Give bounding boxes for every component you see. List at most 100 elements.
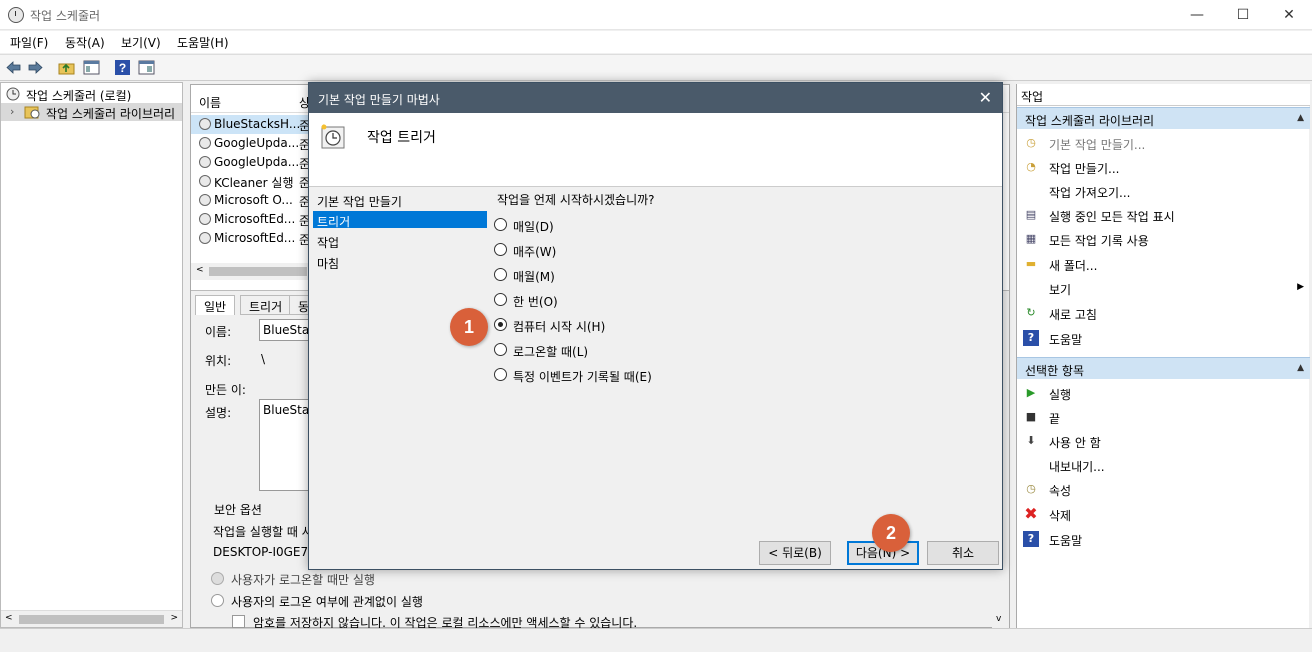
action-create-basic-task[interactable]: ◷ 기본 작업 만들기...	[1017, 131, 1310, 155]
action-label: 도움말	[1049, 333, 1083, 347]
action-label: 모든 작업 기록 사용	[1049, 234, 1149, 248]
table-row[interactable]: GoogleUpda... 준	[191, 153, 311, 172]
checkbox-no-password[interactable]	[232, 615, 245, 628]
table-row[interactable]: MicrosoftEd... 준	[191, 210, 311, 229]
tree-horizontal-scrollbar[interactable]: < >	[1, 610, 182, 627]
menu-help[interactable]: 도움말(H)	[177, 34, 229, 51]
radio-computer-start[interactable]	[494, 318, 507, 331]
menu-file[interactable]: 파일(F)	[10, 34, 48, 51]
create-basic-task-wizard: 기본 작업 만들기 마법사 ✕ 작업 트리거 기본 작업 만들기 트리거 작업 …	[308, 82, 1003, 570]
radio-logon[interactable]	[494, 343, 507, 356]
action-run[interactable]: ▶ 실행	[1017, 381, 1310, 405]
dialog-title-bar: 기본 작업 만들기 마법사 ✕	[309, 83, 1002, 113]
svg-text:?: ?	[119, 61, 126, 75]
action-refresh[interactable]: ↻ 새로 고침	[1017, 301, 1310, 325]
table-row[interactable]: Microsoft O... 준	[191, 191, 311, 210]
radio-regardless[interactable]	[211, 594, 224, 607]
menu-action[interactable]: 동작(A)	[65, 34, 105, 51]
action-help[interactable]: ? 도움말	[1017, 326, 1310, 350]
action-label: 작업 만들기...	[1049, 162, 1120, 176]
table-row[interactable]: KCleaner 실행 준	[191, 172, 311, 191]
scroll-left-icon[interactable]: <	[5, 613, 13, 623]
table-row[interactable]: BlueStacksH... 준	[191, 115, 311, 134]
disable-icon: ⬇	[1026, 434, 1036, 447]
action-label: 내보내기...	[1049, 460, 1105, 474]
up-folder-icon[interactable]	[58, 59, 75, 76]
task-name: GoogleUpda...	[214, 136, 300, 150]
task-name: Microsoft O...	[214, 193, 293, 207]
status-bar	[0, 628, 1312, 652]
radio-one-time[interactable]	[494, 293, 507, 306]
task-clock-icon	[199, 232, 211, 244]
tab-general[interactable]: 일반	[195, 295, 236, 315]
forward-arrow-icon[interactable]	[27, 59, 44, 76]
task-name: GoogleUpda...	[214, 155, 300, 169]
step-create-basic-task[interactable]: 기본 작업 만들기	[313, 191, 487, 209]
scroll-down-icon[interactable]: v	[996, 614, 1001, 624]
action-label: 작업 가져오기...	[1049, 186, 1131, 200]
scroll-left-icon[interactable]: <	[196, 265, 204, 275]
radio-monthly[interactable]	[494, 268, 507, 281]
table-row[interactable]: GoogleUpda... 준	[191, 134, 311, 153]
back-button[interactable]: < 뒤로(B)	[759, 541, 831, 565]
back-arrow-icon[interactable]	[5, 59, 22, 76]
callout-step-2: 2	[872, 514, 910, 552]
option-label: 매월(M)	[513, 270, 555, 284]
help-icon: ?	[1023, 330, 1039, 346]
close-button[interactable]: ✕	[1266, 0, 1312, 30]
section-selected-label: 선택한 항목	[1025, 364, 1085, 378]
section-library[interactable]: 작업 스케줄러 라이브러리 ▲	[1017, 107, 1310, 129]
collapse-arrow-icon[interactable]: ▲	[1297, 113, 1304, 123]
menu-view[interactable]: 보기(V)	[121, 34, 161, 51]
tree-item-library[interactable]: › 작업 스케줄러 라이브러리	[1, 103, 182, 121]
column-name[interactable]: 이름	[199, 94, 221, 111]
tab-triggers[interactable]: 트리거	[240, 295, 292, 315]
radio-logged-on[interactable]	[211, 572, 224, 585]
action-properties[interactable]: ◷ 속성	[1017, 477, 1310, 501]
action-label: 실행	[1049, 388, 1072, 402]
actions-header-label: 작업	[1021, 90, 1044, 104]
step-trigger[interactable]: 트리거	[313, 211, 487, 229]
help-icon: ?	[1023, 531, 1039, 547]
scroll-right-icon[interactable]: >	[170, 613, 178, 623]
section-selected-item[interactable]: 선택한 항목 ▲	[1017, 357, 1310, 379]
action-show-running[interactable]: ▤ 실행 중인 모든 작업 표시	[1017, 203, 1310, 227]
action-delete[interactable]: ✖ 삭제	[1017, 502, 1310, 526]
option-regardless-label: 사용자의 로그온 여부에 관계없이 실행	[231, 595, 423, 609]
tree-item-local[interactable]: 작업 스케줄러 (로컬)	[1, 85, 182, 103]
cancel-button[interactable]: 취소	[927, 541, 999, 565]
action-end[interactable]: ■ 끝	[1017, 405, 1310, 429]
dialog-close-button[interactable]: ✕	[979, 88, 992, 107]
minimize-button[interactable]: —	[1174, 0, 1220, 30]
step-action[interactable]: 작업	[313, 232, 487, 250]
action-view[interactable]: 보기 ▶	[1017, 276, 1310, 300]
table-row[interactable]: MicrosoftEd... 준	[191, 229, 311, 248]
action-export[interactable]: 내보내기...	[1017, 453, 1310, 477]
scroll-thumb[interactable]	[19, 615, 164, 624]
action-new-folder[interactable]: ▬ 새 폴더...	[1017, 252, 1310, 276]
action-help-selected[interactable]: ? 도움말	[1017, 527, 1310, 551]
show-hide-tree-icon[interactable]	[83, 59, 100, 76]
action-create-task[interactable]: ◔ 작업 만들기...	[1017, 155, 1310, 179]
action-import-task[interactable]: 작업 가져오기...	[1017, 179, 1310, 203]
scroll-thumb[interactable]	[209, 267, 307, 276]
author-label: 만든 이:	[205, 383, 246, 397]
task-name: KCleaner 실행	[214, 176, 294, 190]
action-disable[interactable]: ⬇ 사용 안 함	[1017, 429, 1310, 453]
show-action-pane-icon[interactable]	[138, 59, 155, 76]
expand-chevron-icon[interactable]: ›	[10, 105, 14, 118]
security-run-label: 작업을 실행할 때 사	[213, 525, 313, 539]
help-icon[interactable]: ?	[114, 59, 131, 76]
actions-pane: 작업 작업 스케줄러 라이브러리 ▲ ◷ 기본 작업 만들기... ◔ 작업 만…	[1016, 84, 1310, 628]
radio-daily[interactable]	[494, 218, 507, 231]
collapse-arrow-icon[interactable]: ▲	[1297, 363, 1304, 373]
maximize-button[interactable]: ☐	[1220, 0, 1266, 30]
location-label: 위치:	[205, 354, 232, 368]
radio-weekly[interactable]	[494, 243, 507, 256]
step-finish[interactable]: 마침	[313, 253, 487, 271]
radio-event-logged[interactable]	[494, 368, 507, 381]
location-value: \	[261, 352, 266, 366]
task-list-scrollbar[interactable]: <	[191, 263, 311, 280]
action-enable-history[interactable]: ▦ 모든 작업 기록 사용	[1017, 227, 1310, 251]
option-logged-on-label: 사용자가 로그온할 때만 실행	[231, 573, 375, 587]
